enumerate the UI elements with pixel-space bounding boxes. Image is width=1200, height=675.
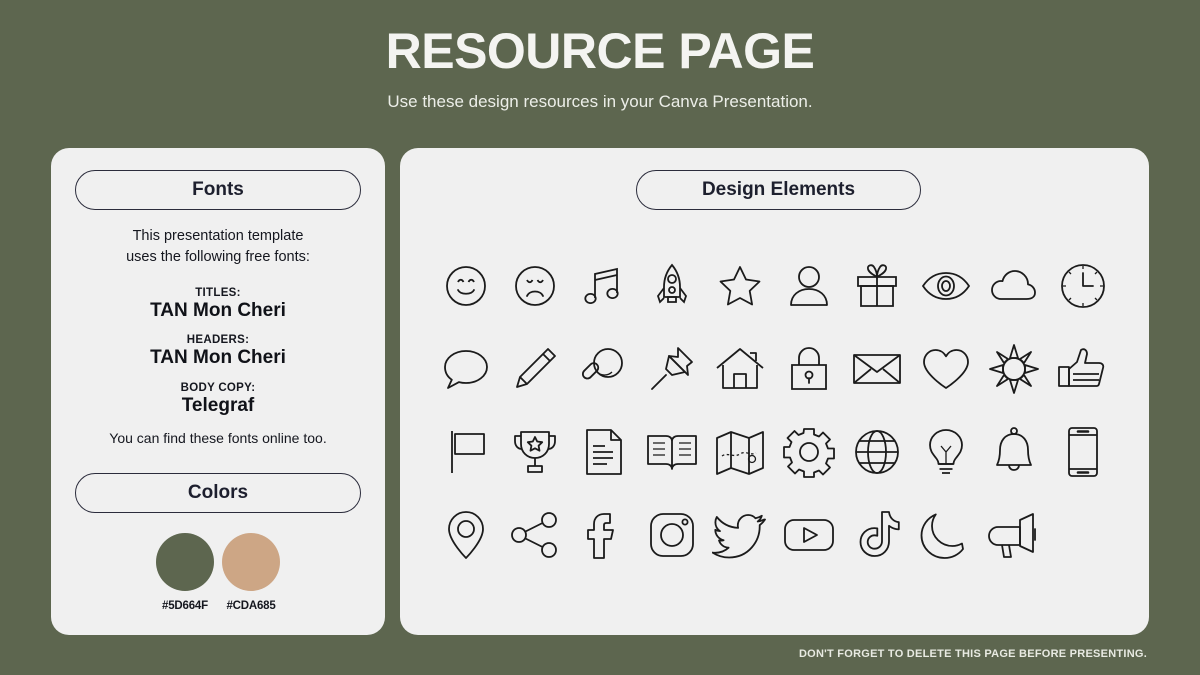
globe-icon[interactable]: [849, 424, 905, 480]
phone-icon[interactable]: [1055, 424, 1111, 480]
font-entry-value: TAN Mon Cheri: [150, 347, 286, 368]
pencil-icon[interactable]: [507, 341, 563, 397]
font-entry-label: BODY COPY:: [180, 382, 256, 394]
color-swatch-dot: [222, 533, 280, 591]
tiktok-icon[interactable]: [849, 507, 905, 563]
gift-icon[interactable]: [849, 258, 905, 314]
design-elements-heading-label: Design Elements: [701, 179, 856, 200]
speech-bubble-icon[interactable]: [438, 341, 494, 397]
fonts-heading-pill: Fonts: [75, 170, 361, 210]
twitter-icon[interactable]: [712, 507, 768, 563]
fonts-intro-line-1: This presentation template: [132, 228, 304, 244]
font-entry-value: Telegraf: [181, 395, 255, 416]
color-swatch-item[interactable]: #5D664F: [154, 533, 216, 612]
facebook-icon[interactable]: [575, 507, 631, 563]
person-icon[interactable]: [781, 258, 837, 314]
sun-icon[interactable]: [986, 341, 1042, 397]
clock-icon[interactable]: [1055, 258, 1111, 314]
house-icon[interactable]: [712, 341, 768, 397]
colors-heading-label: Colors: [187, 482, 249, 503]
fonts-intro-line-2: uses the following free fonts:: [126, 249, 310, 266]
heart-icon[interactable]: [918, 341, 974, 397]
flag-icon[interactable]: [438, 424, 494, 480]
font-entry-label: TITLES:: [195, 287, 241, 299]
color-swatch-dot: [156, 533, 214, 591]
fonts-outro-text: You can find these fonts online too.: [109, 430, 327, 446]
smiley-face-icon[interactable]: [438, 258, 494, 314]
sad-face-icon[interactable]: [507, 258, 563, 314]
fonts-heading-label: Fonts: [192, 179, 244, 200]
icon-grid: [432, 244, 1117, 576]
fonts-intro-text: This presentation template uses the foll…: [51, 226, 385, 268]
book-icon[interactable]: [644, 424, 700, 480]
eye-icon[interactable]: [918, 258, 974, 314]
gear-icon[interactable]: [781, 424, 837, 480]
magnifier-icon[interactable]: [575, 341, 631, 397]
music-note-icon[interactable]: [575, 258, 631, 314]
envelope-icon[interactable]: [849, 341, 905, 397]
share-icon[interactable]: [507, 507, 563, 563]
moon-icon[interactable]: [918, 507, 974, 563]
instagram-icon[interactable]: [644, 507, 700, 563]
fonts-colors-panel: Fonts This presentation template uses th…: [51, 148, 385, 635]
design-elements-heading-pill: Design Elements: [636, 170, 921, 210]
thumbs-up-icon[interactable]: [1055, 341, 1111, 397]
page-subtitle: Use these design resources in your Canva…: [387, 92, 813, 111]
bell-icon[interactable]: [986, 424, 1042, 480]
star-icon[interactable]: [712, 258, 768, 314]
font-entry-value: TAN Mon Cheri: [150, 300, 286, 321]
youtube-icon[interactable]: [781, 507, 837, 563]
page-title: RESOURCE PAGE: [385, 23, 815, 79]
design-elements-panel: Design Elements: [400, 148, 1149, 635]
rocket-icon[interactable]: [644, 258, 700, 314]
font-entry-label: HEADERS:: [186, 334, 250, 346]
color-swatch-row: #5D664F #CDA685: [51, 533, 385, 612]
colors-heading-pill: Colors: [75, 473, 361, 513]
font-entry-body-copy: BODY COPY: Telegraf: [51, 382, 385, 417]
lightbulb-icon[interactable]: [918, 424, 974, 480]
color-swatch-hex: #5D664F: [162, 600, 208, 612]
lock-icon[interactable]: [781, 341, 837, 397]
megaphone-icon[interactable]: [986, 507, 1042, 563]
color-swatch-item[interactable]: #CDA685: [220, 533, 282, 612]
footer-reminder-note: DON'T FORGET TO DELETE THIS PAGE BEFORE …: [798, 648, 1147, 660]
font-entry-headers: HEADERS: TAN Mon Cheri: [51, 334, 385, 369]
trophy-icon[interactable]: [507, 424, 563, 480]
map-icon[interactable]: [712, 424, 768, 480]
document-icon[interactable]: [575, 424, 631, 480]
font-entry-titles: TITLES: TAN Mon Cheri: [51, 287, 385, 322]
color-swatch-hex: #CDA685: [226, 600, 276, 612]
pushpin-icon[interactable]: [644, 341, 700, 397]
location-pin-icon[interactable]: [438, 507, 494, 563]
cloud-icon[interactable]: [986, 258, 1042, 314]
